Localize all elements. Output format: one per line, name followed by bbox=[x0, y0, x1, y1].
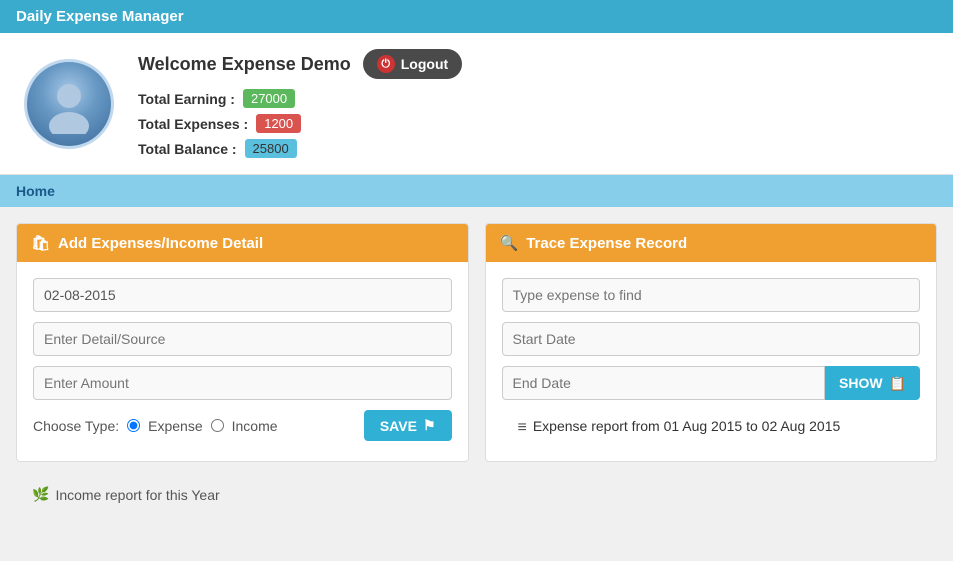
bottom-section: 🌿 Income report for this Year bbox=[0, 478, 953, 527]
trace-expense-panel: 🔍 Trace Expense Record SHOW 📋 ≡ Expense … bbox=[485, 223, 938, 462]
income-report-section: 🌿 Income report for this Year bbox=[16, 478, 469, 511]
show-label: SHOW bbox=[839, 375, 883, 391]
trace-panel-header: 🔍 Trace Expense Record bbox=[486, 224, 937, 262]
total-expenses-label: Total Expenses : bbox=[138, 116, 248, 132]
report-description: Expense report from 01 Aug 2015 to 02 Au… bbox=[533, 418, 840, 434]
income-radio[interactable] bbox=[211, 419, 224, 432]
search-icon: 🔍 bbox=[500, 234, 519, 252]
add-panel-title: Add Expenses/Income Detail bbox=[58, 235, 263, 252]
end-date-input[interactable] bbox=[502, 366, 826, 400]
add-icon: 🛍 bbox=[31, 234, 50, 252]
radio-row: Choose Type: Expense Income bbox=[33, 418, 278, 434]
income-report-text: 🌿 Income report for this Year bbox=[16, 478, 469, 511]
expense-search-input[interactable] bbox=[502, 278, 921, 312]
nav-home-link[interactable]: Home bbox=[16, 183, 55, 199]
right-bottom-section bbox=[485, 478, 938, 511]
amount-input[interactable] bbox=[33, 366, 452, 400]
logout-button[interactable]: ⏻ Logout bbox=[363, 49, 462, 79]
save-button[interactable]: SAVE ⚑ bbox=[364, 410, 452, 441]
profile-info: Welcome Expense Demo ⏻ Logout Total Earn… bbox=[138, 49, 462, 158]
total-earning-label: Total Earning : bbox=[138, 91, 235, 107]
date-input[interactable] bbox=[33, 278, 452, 312]
trace-panel-title: Trace Expense Record bbox=[526, 235, 687, 252]
welcome-text: Welcome Expense Demo bbox=[138, 54, 351, 75]
show-icon: 📋 bbox=[889, 375, 906, 392]
app-title: Daily Expense Manager bbox=[16, 8, 184, 25]
profile-section: Welcome Expense Demo ⏻ Logout Total Earn… bbox=[0, 33, 953, 175]
logout-icon: ⏻ bbox=[377, 55, 395, 73]
total-balance-value: 25800 bbox=[245, 139, 297, 158]
add-expense-panel-header: 🛍 Add Expenses/Income Detail bbox=[17, 224, 468, 262]
type-save-row: Choose Type: Expense Income SAVE ⚑ bbox=[33, 410, 452, 441]
app-header: Daily Expense Manager bbox=[0, 0, 953, 33]
save-label: SAVE bbox=[380, 418, 417, 434]
expense-label: Expense bbox=[148, 418, 202, 434]
income-label: Income bbox=[232, 418, 278, 434]
end-date-row: SHOW 📋 bbox=[502, 366, 921, 400]
choose-type-label: Choose Type: bbox=[33, 418, 119, 434]
detail-input[interactable] bbox=[33, 322, 452, 356]
total-balance-row: Total Balance : 25800 bbox=[138, 139, 462, 158]
total-earning-value: 27000 bbox=[243, 89, 295, 108]
avatar bbox=[24, 59, 114, 149]
expense-radio[interactable] bbox=[127, 419, 140, 432]
nav-bar: Home bbox=[0, 175, 953, 207]
show-button[interactable]: SHOW 📋 bbox=[825, 366, 920, 400]
start-date-input[interactable] bbox=[502, 322, 921, 356]
add-expense-panel-body: Choose Type: Expense Income SAVE ⚑ bbox=[17, 262, 468, 457]
expense-report-text: ≡ Expense report from 01 Aug 2015 to 02 … bbox=[502, 410, 921, 445]
leaf-icon: 🌿 bbox=[32, 486, 49, 503]
trace-panel-body: SHOW 📋 ≡ Expense report from 01 Aug 2015… bbox=[486, 262, 937, 461]
total-balance-label: Total Balance : bbox=[138, 141, 237, 157]
main-content: 🛍 Add Expenses/Income Detail Choose Type… bbox=[0, 207, 953, 478]
total-expenses-row: Total Expenses : 1200 bbox=[138, 114, 462, 133]
list-icon: ≡ bbox=[518, 419, 527, 437]
add-expense-panel: 🛍 Add Expenses/Income Detail Choose Type… bbox=[16, 223, 469, 462]
welcome-row: Welcome Expense Demo ⏻ Logout bbox=[138, 49, 462, 79]
save-icon: ⚑ bbox=[423, 417, 436, 434]
total-expenses-value: 1200 bbox=[256, 114, 301, 133]
total-earning-row: Total Earning : 27000 bbox=[138, 89, 462, 108]
income-report-label: Income report for this Year bbox=[55, 487, 219, 503]
logout-label: Logout bbox=[401, 56, 448, 72]
